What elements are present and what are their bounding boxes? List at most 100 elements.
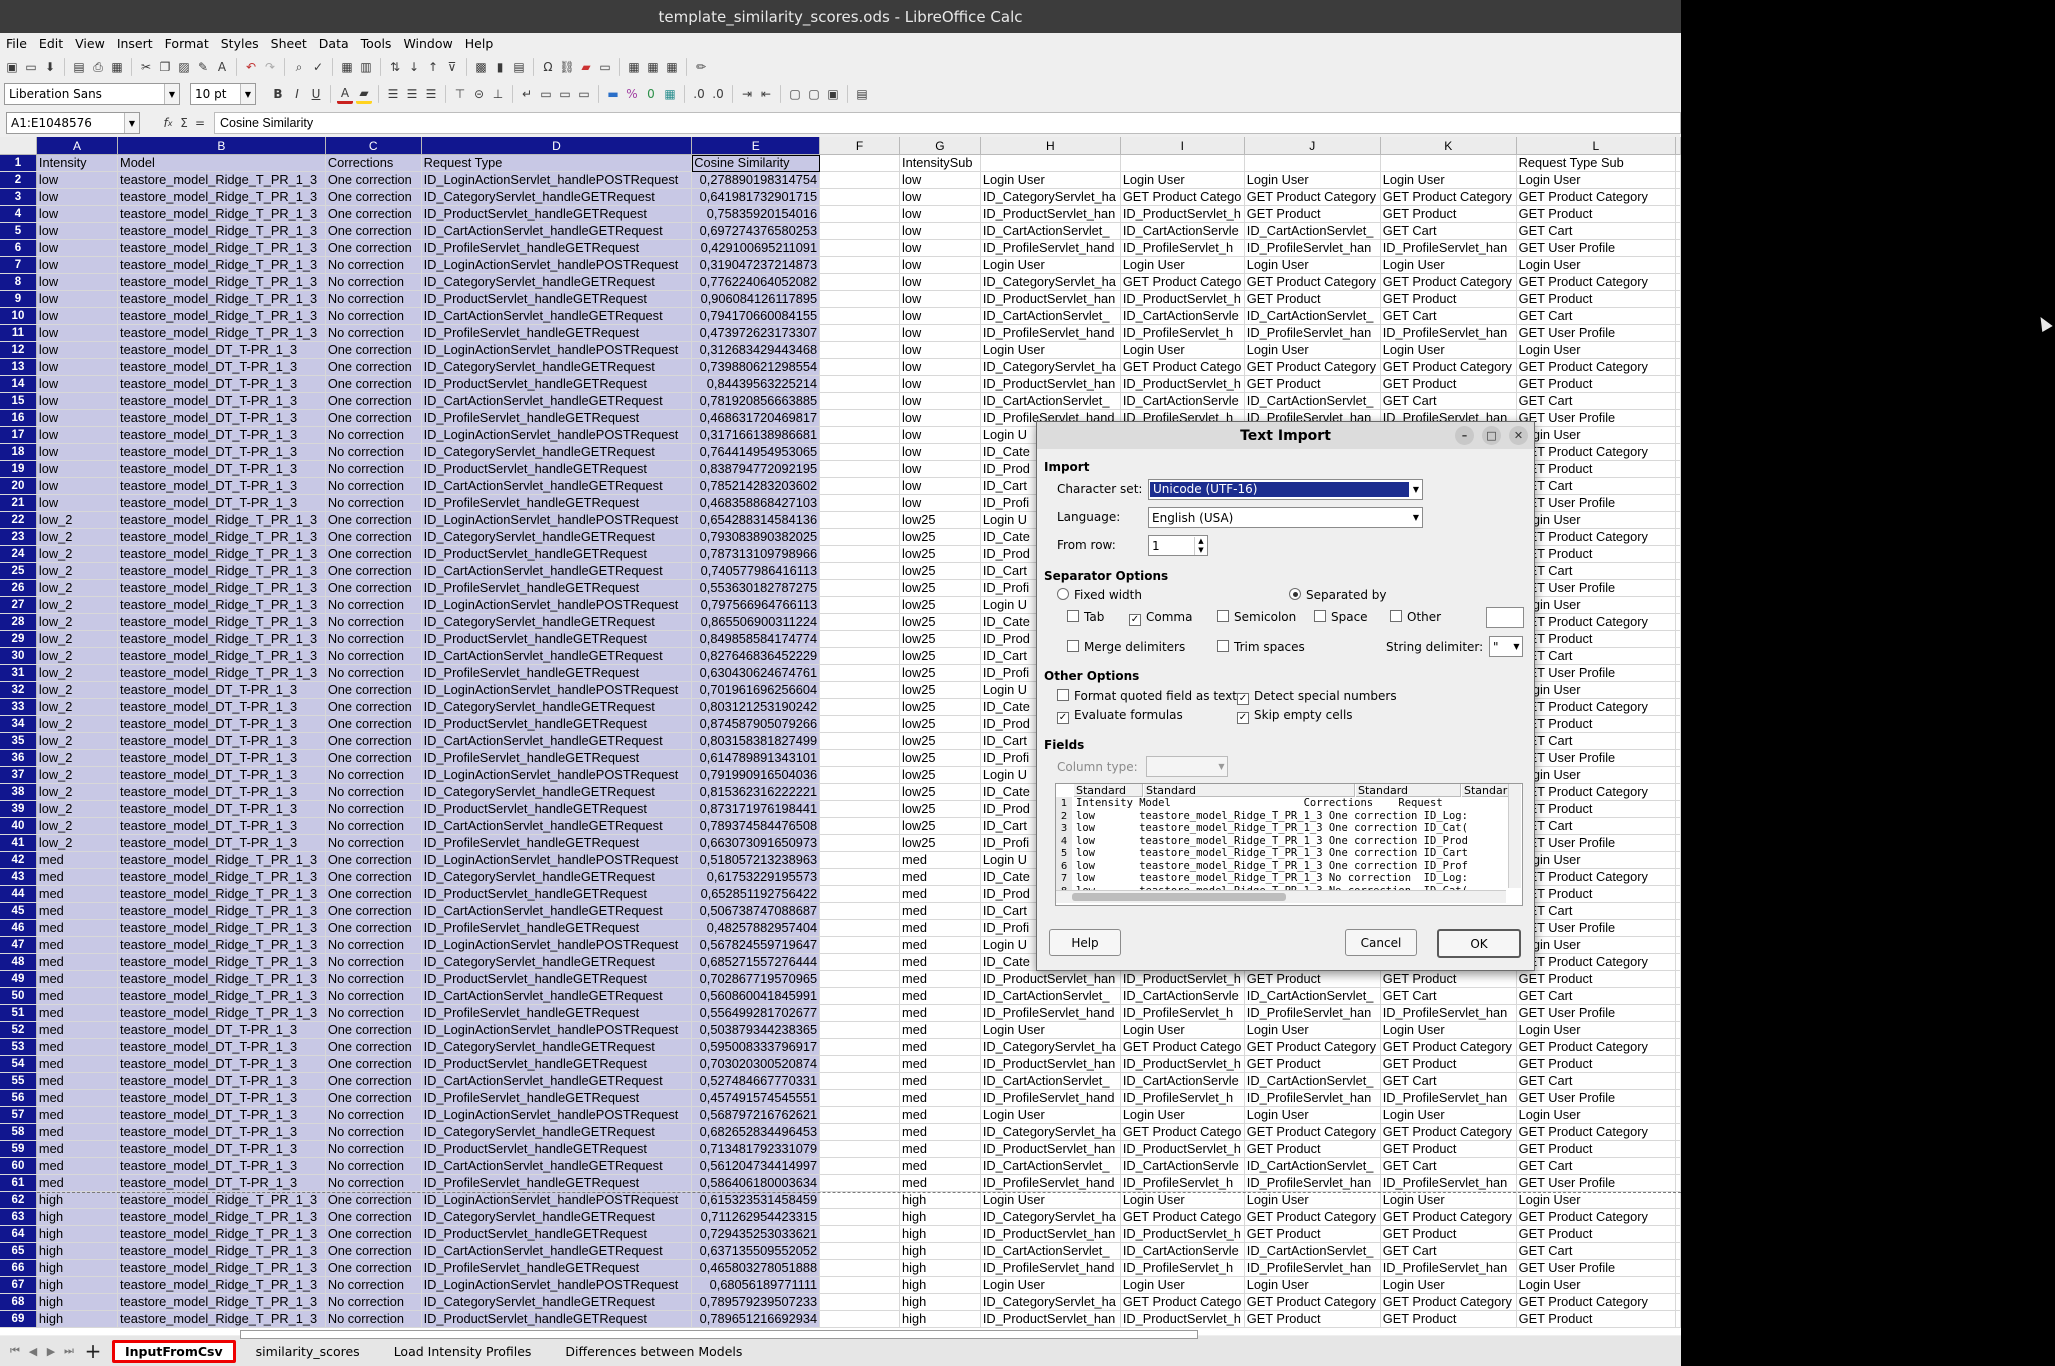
- cell[interactable]: high: [899, 1191, 981, 1209]
- cell[interactable]: teastore_model_Ridge_T_PR_1_3: [117, 919, 326, 937]
- cell[interactable]: teastore_model_DT_T-PR_1_3: [117, 732, 326, 750]
- cell[interactable]: low25: [899, 732, 981, 750]
- cell[interactable]: low25: [899, 783, 981, 801]
- cell[interactable]: ID_LoginActionServlet_handlePOSTRequest: [421, 171, 693, 189]
- cell[interactable]: 0,75835920154016: [691, 205, 821, 223]
- cell[interactable]: GET Product: [1516, 970, 1677, 988]
- cell[interactable]: ID_ProfileServlet_han: [1380, 324, 1517, 342]
- cell[interactable]: GET Product Category: [1516, 358, 1677, 376]
- cell[interactable]: No correction: [325, 1157, 422, 1175]
- cell[interactable]: low: [36, 409, 119, 427]
- cell[interactable]: ID_ProductServlet_h: [1120, 1055, 1245, 1073]
- cell[interactable]: GET Product: [1516, 290, 1677, 308]
- row-header[interactable]: 5: [0, 222, 37, 240]
- cell[interactable]: low: [899, 171, 981, 189]
- cell[interactable]: low: [36, 341, 119, 359]
- cell[interactable]: low: [899, 222, 981, 240]
- cell[interactable]: teastore_model_DT_T-PR_1_3: [117, 749, 326, 767]
- cell[interactable]: Corrections: [325, 154, 422, 172]
- cell[interactable]: ID_ProductServlet_handleGETRequest: [421, 460, 693, 478]
- cell[interactable]: [1675, 256, 1681, 274]
- cell[interactable]: [1675, 647, 1681, 665]
- cell[interactable]: Login User: [980, 1106, 1121, 1124]
- chevron-down-icon[interactable]: ▼: [164, 84, 179, 104]
- cell[interactable]: [819, 613, 901, 631]
- cell[interactable]: Login User: [1380, 1191, 1517, 1209]
- cell[interactable]: ID_CategoryServlet_handleGETRequest: [421, 188, 693, 206]
- row-header[interactable]: 3: [0, 188, 37, 206]
- date-format-icon[interactable]: ▦: [662, 86, 678, 102]
- cell[interactable]: 0,561204734414997: [691, 1157, 821, 1175]
- cell[interactable]: low_2: [36, 630, 119, 648]
- align-middle-icon[interactable]: ⊝: [471, 86, 487, 102]
- cell[interactable]: ID_ProfileServlet_han: [1244, 239, 1381, 257]
- cell[interactable]: No correction: [325, 443, 422, 461]
- cell[interactable]: low_2: [36, 732, 119, 750]
- row-header[interactable]: 59: [0, 1140, 37, 1158]
- cell[interactable]: Login User: [1244, 171, 1381, 189]
- currency-format-icon[interactable]: ▬: [605, 86, 621, 102]
- cell[interactable]: [819, 647, 901, 665]
- row-header[interactable]: 39: [0, 800, 37, 818]
- cell[interactable]: Login User: [1120, 1276, 1245, 1294]
- cell[interactable]: ID_ProfileServlet_han: [1244, 1259, 1381, 1277]
- cell[interactable]: low: [36, 460, 119, 478]
- border-color-icon[interactable]: ▣: [825, 86, 841, 102]
- cell[interactable]: 0,815362316222221: [691, 783, 821, 801]
- cell[interactable]: [819, 987, 901, 1005]
- cell[interactable]: GET Product Category: [1380, 1038, 1517, 1056]
- row-header[interactable]: 17: [0, 426, 37, 444]
- cell[interactable]: 0,506738747088687: [691, 902, 821, 920]
- cell[interactable]: [1675, 834, 1681, 852]
- column-header-c[interactable]: C: [325, 137, 422, 155]
- add-decimal-icon[interactable]: .0: [691, 86, 707, 102]
- cell[interactable]: teastore_model_Ridge_T_PR_1_3: [117, 987, 326, 1005]
- cell[interactable]: [1675, 358, 1681, 376]
- row-header[interactable]: 58: [0, 1123, 37, 1141]
- find-replace-icon[interactable]: ⌕: [291, 59, 307, 75]
- row-header[interactable]: 61: [0, 1174, 37, 1192]
- cell[interactable]: ID_LoginActionServlet_handlePOSTRequest: [421, 1191, 693, 1209]
- cell[interactable]: med: [899, 1072, 981, 1090]
- cell[interactable]: ID_CategoryServlet_handleGETRequest: [421, 1123, 693, 1141]
- cell[interactable]: [819, 528, 901, 546]
- cell[interactable]: GET Product: [1244, 1310, 1381, 1328]
- cell[interactable]: ID_ProductServlet_handleGETRequest: [421, 970, 693, 988]
- cell[interactable]: low: [899, 307, 981, 325]
- unmerge-cells-icon[interactable]: ▭: [576, 86, 592, 102]
- cell[interactable]: ID_CategoryServlet_handleGETRequest: [421, 528, 693, 546]
- column-header-g[interactable]: G: [899, 137, 981, 155]
- conditional-format-icon[interactable]: ▤: [854, 86, 870, 102]
- border-style-icon[interactable]: ▢: [806, 86, 822, 102]
- cell[interactable]: ID_CartActionServlet_: [1244, 1242, 1381, 1260]
- cell[interactable]: low25: [899, 647, 981, 665]
- cell[interactable]: teastore_model_Ridge_T_PR_1_3: [117, 1259, 326, 1277]
- cell[interactable]: low: [36, 171, 119, 189]
- cell[interactable]: GET Cart: [1380, 1157, 1517, 1175]
- cell[interactable]: [819, 511, 901, 529]
- cell[interactable]: GET Product Category: [1380, 1293, 1517, 1311]
- cell[interactable]: [819, 477, 901, 495]
- cell[interactable]: ID_ProductServlet_handleGETRequest: [421, 1140, 693, 1158]
- cell[interactable]: 0,48257882957404: [691, 919, 821, 937]
- cell[interactable]: ID_ProductServlet_han: [980, 1055, 1121, 1073]
- row-header[interactable]: 52: [0, 1021, 37, 1039]
- cell[interactable]: One correction: [325, 1055, 422, 1073]
- cell[interactable]: ID_CartActionServlet_: [980, 222, 1121, 240]
- cell[interactable]: med: [899, 1106, 981, 1124]
- row-header[interactable]: 8: [0, 273, 37, 291]
- cell[interactable]: GET User Profile: [1516, 749, 1677, 767]
- cell[interactable]: teastore_model_DT_T-PR_1_3: [117, 477, 326, 495]
- cell[interactable]: GET Product: [1380, 375, 1517, 393]
- cell[interactable]: [1120, 154, 1245, 172]
- cell[interactable]: [1675, 1140, 1681, 1158]
- cell[interactable]: 0,654288314584136: [691, 511, 821, 529]
- cell[interactable]: Login User: [1516, 426, 1677, 444]
- cell[interactable]: GET Product Category: [1516, 613, 1677, 631]
- row-header[interactable]: 19: [0, 460, 37, 478]
- cell[interactable]: 0,803158381827499: [691, 732, 821, 750]
- cell[interactable]: [819, 324, 901, 342]
- cell[interactable]: [1675, 1004, 1681, 1022]
- row-header[interactable]: 29: [0, 630, 37, 648]
- separated-by-radio[interactable]: Separated by: [1289, 588, 1387, 602]
